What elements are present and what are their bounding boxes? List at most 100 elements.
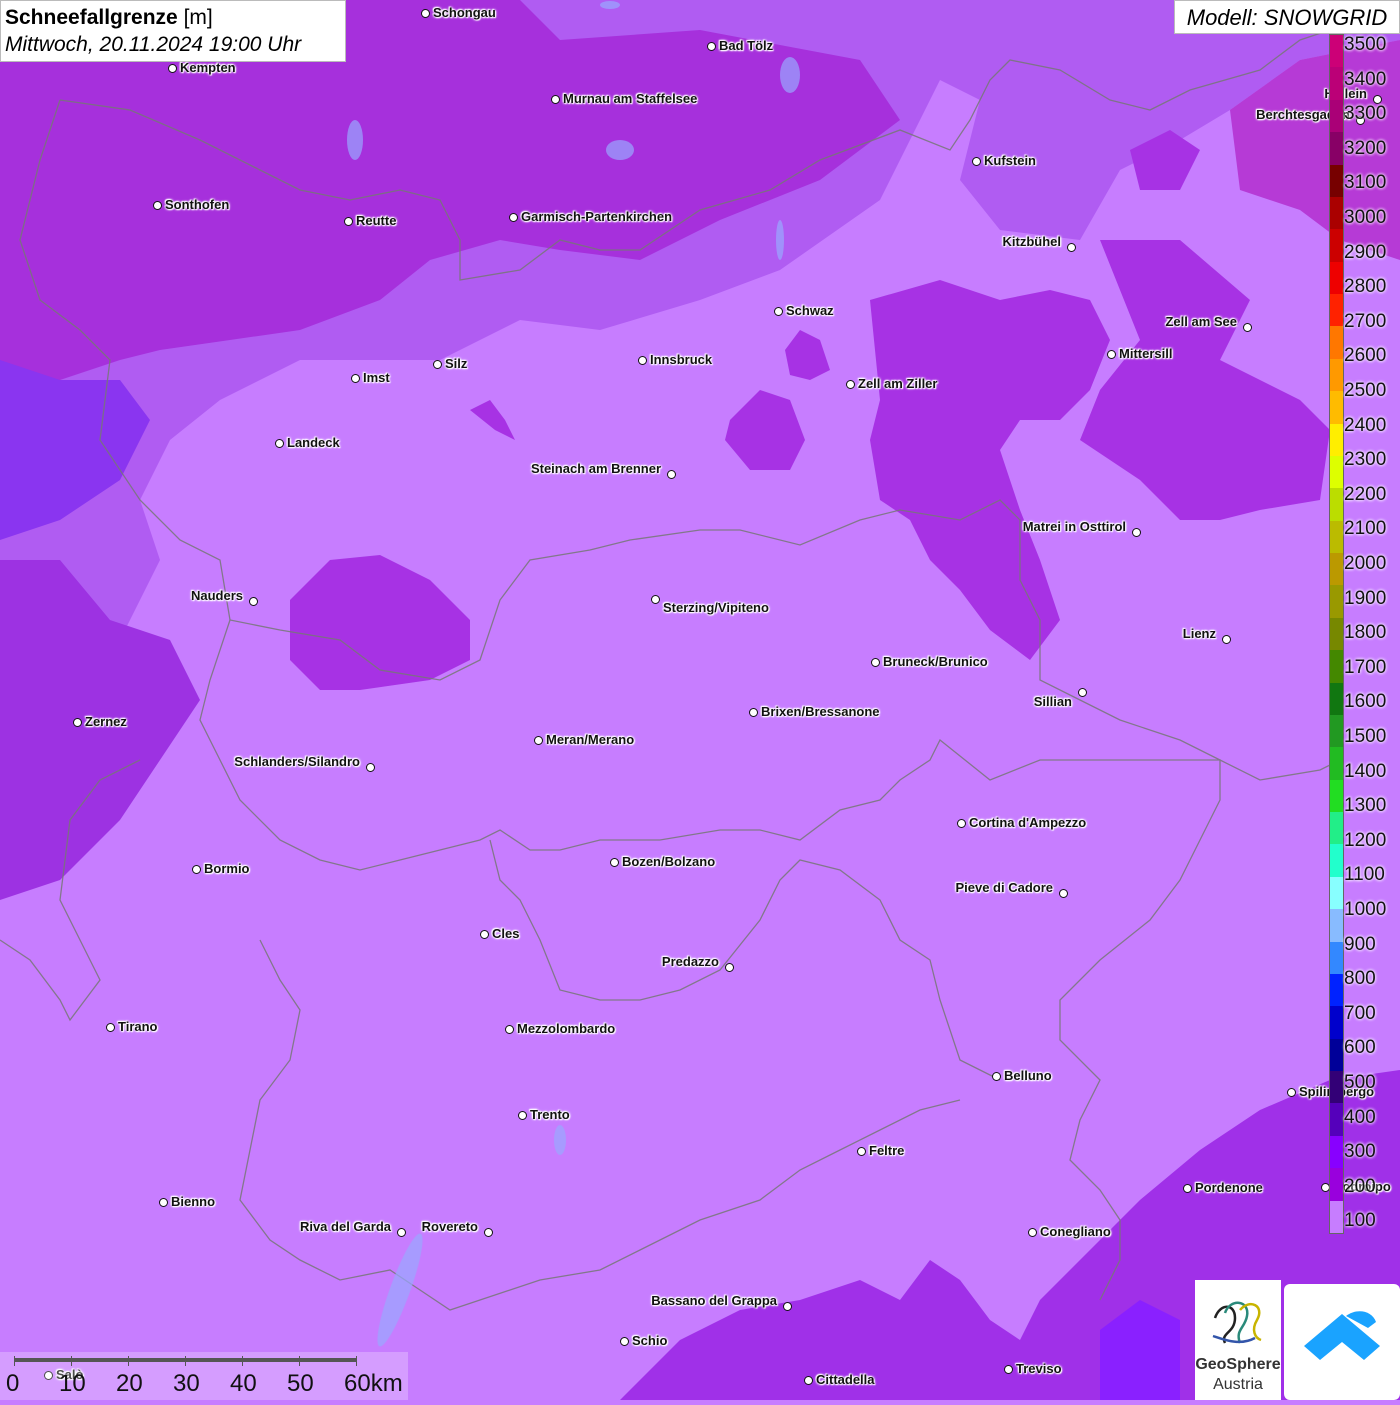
legend-swatch [1330,488,1343,521]
city-marker-cortina-d-ampezzo[interactable] [957,819,966,828]
city-label-bad-t-lz: Bad Tölz [719,38,774,53]
city-marker-sillian[interactable] [1078,688,1087,697]
city-marker-silz[interactable] [433,360,442,369]
city-marker-pordenone[interactable] [1183,1184,1192,1193]
scale-label: 10 [59,1370,86,1397]
legend-label-400: 400 [1344,1106,1376,1128]
scale-bar: 0 10 20 30 40 50 60km [0,1352,408,1400]
city-marker-bormio[interactable] [192,865,201,874]
scale-tick [128,1356,129,1366]
legend-label-300: 300 [1344,1141,1376,1163]
legend-swatch [1330,876,1343,910]
city-label-zell-am-see: Zell am See [1165,314,1237,329]
city-marker-garmisch-partenkirchen[interactable] [509,213,518,222]
city-marker-rovereto[interactable] [484,1228,493,1237]
city-marker-schlanders-silandro[interactable] [366,763,375,772]
city-label-lienz: Lienz [1182,626,1216,641]
logo-text-line2: Austria [1213,1376,1263,1393]
city-label-steinach-am-brenner: Steinach am Brenner [530,461,661,476]
city-marker-conegliano[interactable] [1028,1228,1037,1237]
city-marker-mezzolombardo[interactable] [505,1025,514,1034]
legend-label-3200: 3200 [1344,137,1387,159]
scale-label: 20 [116,1370,143,1397]
app-logo-icon [1304,1311,1380,1360]
city-marker-mittersill[interactable] [1107,350,1116,359]
city-label-pieve-di-cadore: Pieve di Cadore [955,880,1053,895]
legend-swatch [1330,99,1343,133]
city-marker-bad-t-lz[interactable] [707,42,716,51]
scale-label: 30 [173,1370,200,1397]
city-marker-schio[interactable] [620,1337,629,1346]
legend-label-3100: 3100 [1344,172,1387,194]
city-marker-reutte[interactable] [344,217,353,226]
city-label-rovereto: Rovereto [421,1219,478,1234]
city-marker-feltre[interactable] [857,1147,866,1156]
city-marker-belluno[interactable] [992,1072,1001,1081]
city-label-matrei-in-osttirol: Matrei in Osttirol [1022,519,1126,534]
city-marker-pieve-di-cadore[interactable] [1059,889,1068,898]
city-marker-murnau-am-staffelsee[interactable] [551,95,560,104]
app-logo[interactable] [1284,1284,1400,1400]
city-marker-bozen-bolzano[interactable] [610,858,619,867]
city-marker-lienz[interactable] [1222,635,1231,644]
scale-tick [14,1356,15,1366]
map-title: Schneefallgrenze [m] [5,6,213,29]
city-label-zell-am-ziller: Zell am Ziller [858,376,938,391]
city-label-kufstein: Kufstein [984,153,1036,168]
legend-swatch [1330,553,1343,586]
city-marker-sonthofen[interactable] [153,201,162,210]
city-marker-cles[interactable] [480,930,489,939]
legend-swatch [1330,779,1343,812]
city-marker-bienno[interactable] [159,1198,168,1207]
city-marker-schwaz[interactable] [774,307,783,316]
city-label-innsbruck: Innsbruck [650,352,713,367]
city-marker-matrei-in-osttirol[interactable] [1132,528,1141,537]
geosphere-logo[interactable]: GeoSphere Austria [1195,1280,1281,1400]
city-marker-bassano-del-grappa[interactable] [783,1302,792,1311]
city-marker-zell-am-see[interactable] [1243,323,1252,332]
city-label-conegliano: Conegliano [1040,1224,1111,1239]
city-marker-meran-merano[interactable] [534,736,543,745]
city-marker-cittadella[interactable] [804,1376,813,1385]
city-marker-nauders[interactable] [249,597,258,606]
city-label-meran-merano: Meran/Merano [546,732,635,747]
legend-label-3400: 3400 [1344,68,1387,90]
legend-swatch [1330,1103,1343,1136]
legend-label-1500: 1500 [1344,726,1387,747]
city-label-schwaz: Schwaz [786,303,834,318]
city-marker-spilimbergo[interactable] [1287,1088,1296,1097]
city-marker-kitzb-hel[interactable] [1067,243,1076,252]
city-label-sillian: Sillian [1033,694,1072,709]
city-marker-trento[interactable] [518,1111,527,1120]
legend-swatch [1330,714,1343,748]
city-marker-sterzing-vipiteno[interactable] [651,595,660,604]
city-label-bienno: Bienno [171,1194,216,1209]
city-marker-schongau[interactable] [421,9,430,18]
city-label-schongau: Schongau [433,5,496,20]
legend-label-200: 200 [1344,1175,1376,1197]
legend-label-2200: 2200 [1344,483,1387,505]
legend-label-100: 100 [1344,1210,1376,1232]
city-marker-innsbruck[interactable] [638,356,647,365]
city-marker-tirano[interactable] [106,1023,115,1032]
legend-swatch [1330,67,1343,100]
city-marker-zell-am-ziller[interactable] [846,380,855,389]
city-marker-landeck[interactable] [275,439,284,448]
city-label-imst: Imst [363,370,390,385]
city-marker-predazzo[interactable] [725,963,734,972]
city-marker-brixen-bressanone[interactable] [749,708,758,717]
city-marker-bruneck-brunico[interactable] [871,658,880,667]
city-label-kitzb-hel: Kitzbühel [1002,234,1062,249]
legend-swatch [1330,1071,1343,1104]
scale-tick [242,1356,243,1366]
scale-tick [299,1356,300,1366]
city-marker-riva-del-garda[interactable] [397,1228,406,1237]
city-marker-kempten[interactable] [168,64,177,73]
city-marker-kufstein[interactable] [972,157,981,166]
city-label-bruneck-brunico: Bruneck/Brunico [883,654,988,669]
city-marker-treviso[interactable] [1004,1365,1013,1374]
city-marker-zernez[interactable] [73,718,82,727]
city-marker-steinach-am-brenner[interactable] [667,470,676,479]
legend-swatch [1330,617,1343,651]
city-marker-imst[interactable] [351,374,360,383]
